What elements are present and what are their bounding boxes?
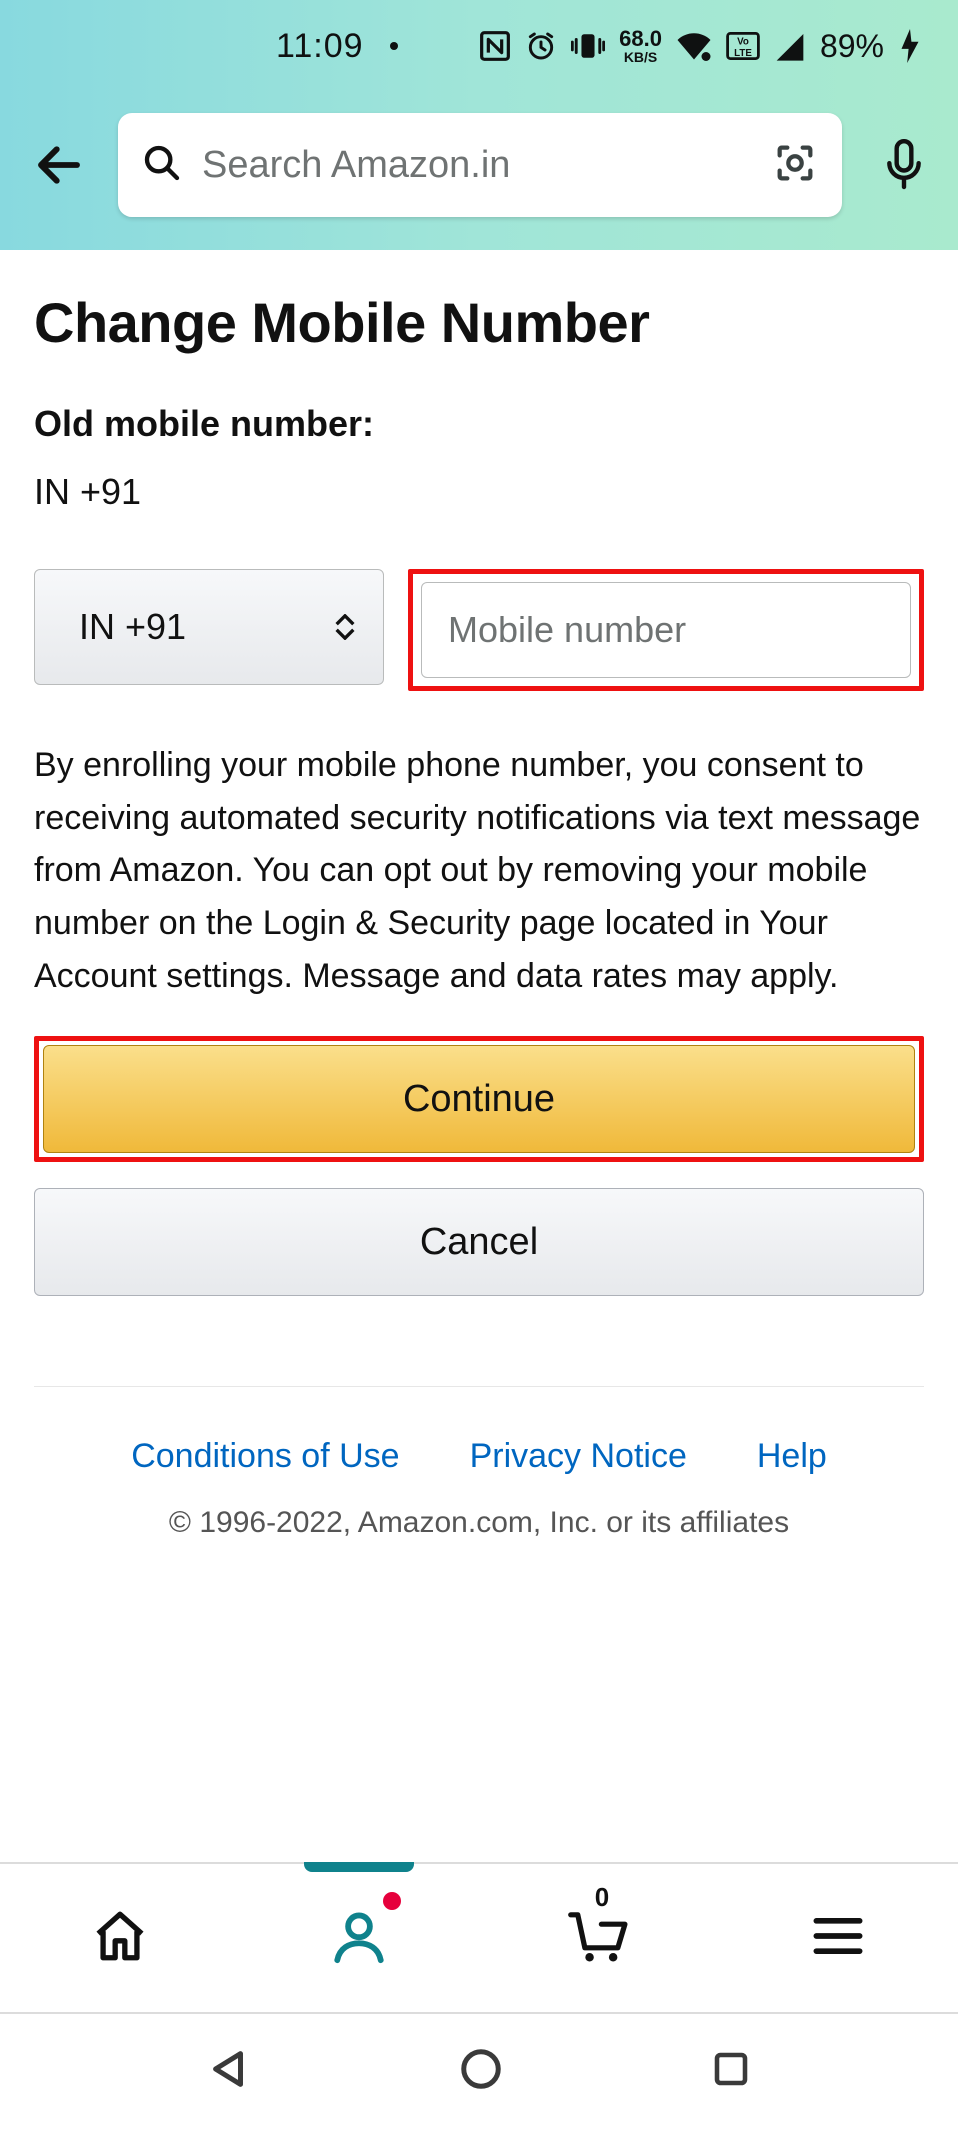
- android-nav-bar: [0, 2014, 958, 2129]
- sys-back-icon[interactable]: [206, 2046, 252, 2097]
- alarm-icon: [525, 30, 557, 62]
- hamburger-icon: [812, 1916, 864, 1961]
- battery-percent: 89%: [820, 28, 884, 65]
- nav-menu[interactable]: [719, 1864, 958, 2012]
- search-input[interactable]: [202, 144, 752, 187]
- bottom-nav: 0: [0, 1862, 958, 2014]
- sys-recent-icon[interactable]: [710, 2048, 752, 2095]
- chevron-updown-icon: [335, 614, 355, 640]
- wifi-icon: [676, 31, 712, 61]
- copyright-text: © 1996-2022, Amazon.com, Inc. or its aff…: [34, 1506, 924, 1540]
- nav-home[interactable]: [0, 1864, 240, 2012]
- home-icon: [91, 1907, 149, 1970]
- search-icon: [142, 143, 182, 188]
- sys-home-icon[interactable]: [458, 2046, 504, 2097]
- footer-link-conditions[interactable]: Conditions of Use: [131, 1437, 399, 1476]
- user-icon: [330, 1907, 388, 1970]
- cart-icon: [566, 1907, 632, 1970]
- continue-highlight: Continue: [34, 1036, 924, 1162]
- charging-icon: [898, 29, 922, 63]
- country-code-value: IN +91: [79, 606, 186, 648]
- mobile-input-highlight: [408, 569, 924, 691]
- old-number-label: Old mobile number:: [34, 403, 924, 445]
- voice-search-button[interactable]: [874, 135, 934, 195]
- cart-count: 0: [595, 1882, 609, 1913]
- cancel-button[interactable]: Cancel: [34, 1188, 924, 1296]
- app-header: [0, 92, 958, 250]
- lens-icon[interactable]: [772, 140, 818, 191]
- volte-icon: VoLTE: [726, 32, 760, 60]
- page-title: Change Mobile Number: [34, 290, 924, 355]
- svg-text:Vo: Vo: [737, 37, 749, 48]
- svg-text:LTE: LTE: [734, 48, 752, 59]
- mobile-number-input[interactable]: [421, 582, 911, 678]
- footer-link-privacy[interactable]: Privacy Notice: [470, 1437, 687, 1476]
- country-code-select[interactable]: IN +91: [34, 569, 384, 685]
- main-content: Change Mobile Number Old mobile number: …: [0, 250, 958, 1540]
- vibrate-icon: [571, 30, 605, 62]
- back-button[interactable]: [24, 130, 94, 200]
- network-speed: 68.0 KB/S: [619, 28, 662, 64]
- nfc-icon: [479, 30, 511, 62]
- footer-links: Conditions of Use Privacy Notice Help: [34, 1437, 924, 1476]
- android-status-bar: 11:09 68.0 KB/S VoLTE 89%: [0, 0, 958, 92]
- continue-button[interactable]: Continue: [43, 1045, 915, 1153]
- nav-cart[interactable]: 0: [479, 1864, 719, 2012]
- active-tab-indicator: [304, 1862, 414, 1872]
- status-dot: [390, 42, 398, 50]
- search-bar[interactable]: [118, 113, 842, 217]
- signal-icon: [774, 31, 806, 61]
- old-number-value: IN +91: [34, 471, 924, 513]
- footer-link-help[interactable]: Help: [757, 1437, 827, 1476]
- consent-text: By enrolling your mobile phone number, y…: [34, 739, 924, 1002]
- nav-account[interactable]: [240, 1864, 480, 2012]
- status-time: 11:09: [276, 27, 364, 66]
- notification-dot: [383, 1892, 401, 1910]
- footer-separator: [34, 1386, 924, 1387]
